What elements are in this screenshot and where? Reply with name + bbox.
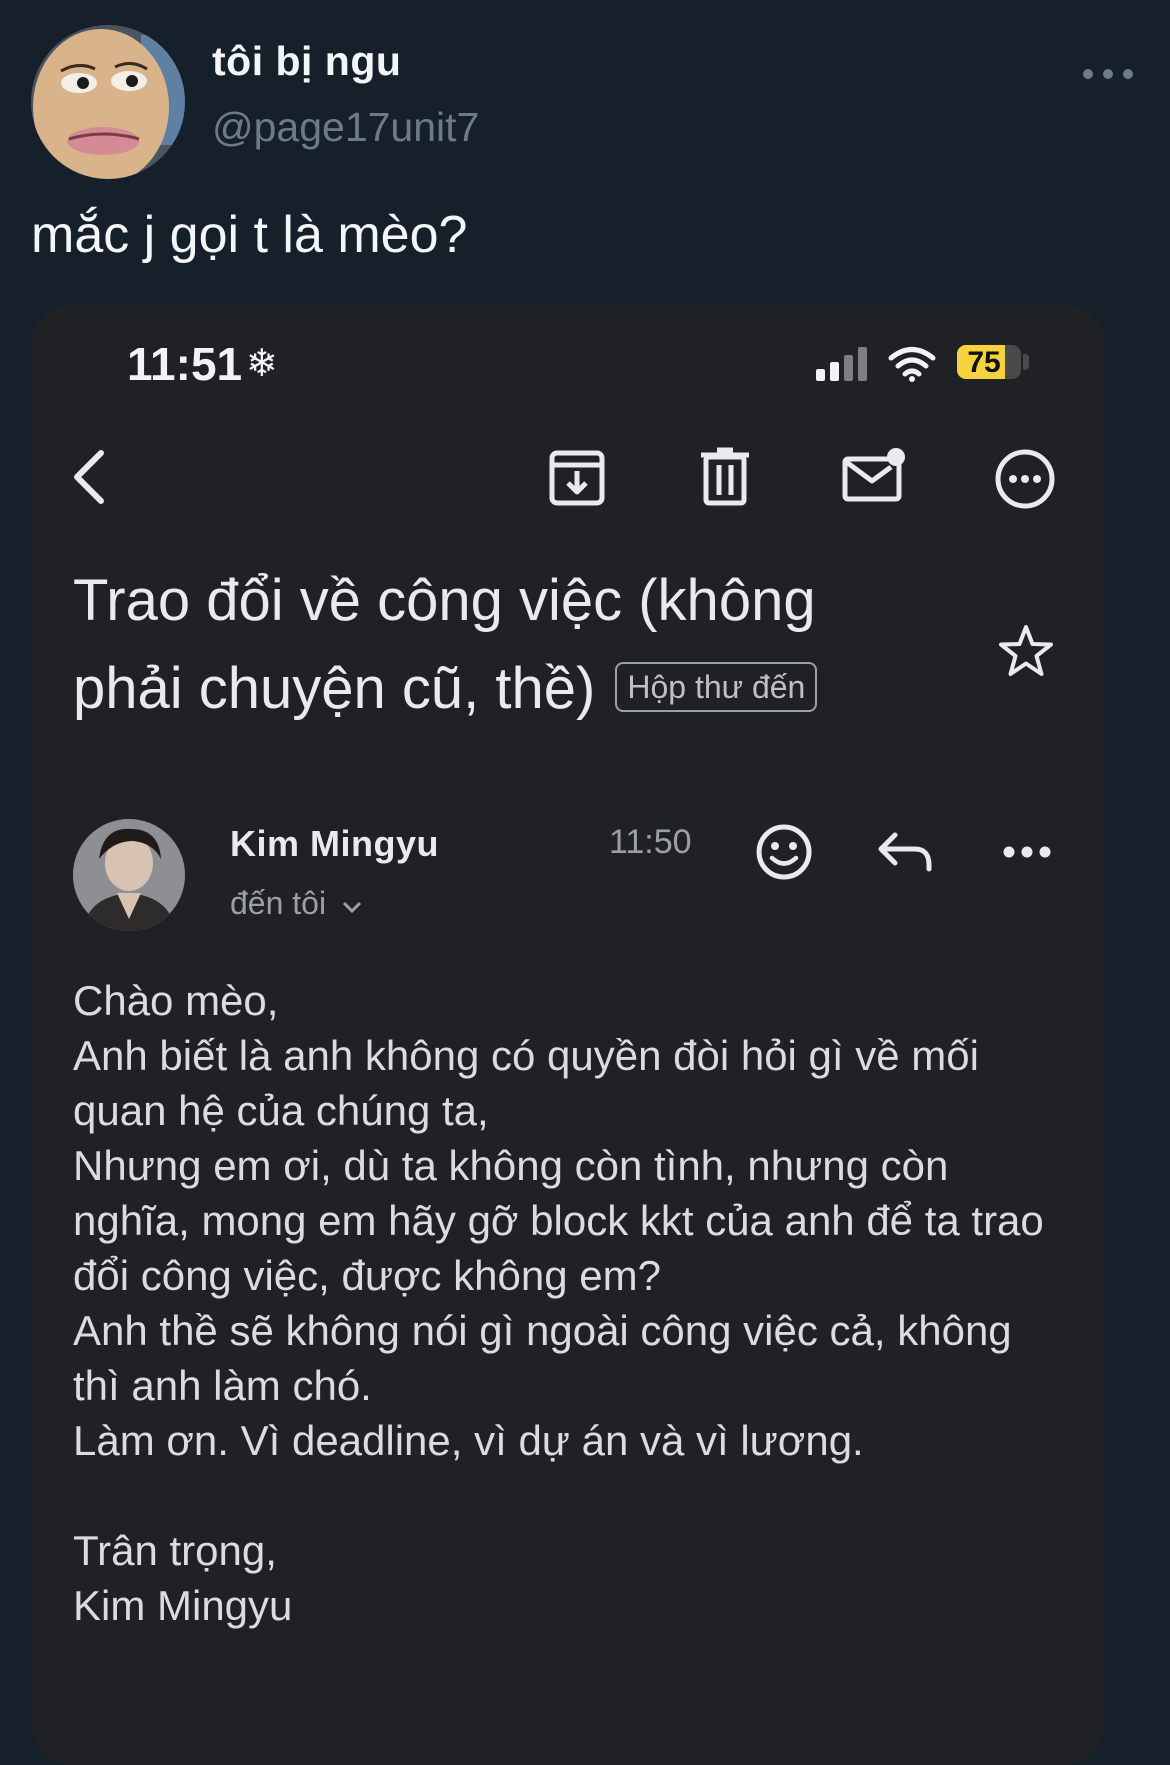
email-body: Chào mèo, Anh biết là anh không có quyền… xyxy=(73,973,1053,1633)
tweet-text: mắc j gọi t là mèo? xyxy=(31,206,468,264)
chevron-down-icon xyxy=(342,901,362,914)
mark-unread-icon[interactable] xyxy=(841,447,907,507)
signal-icon xyxy=(816,347,867,381)
status-time: 11:51 xyxy=(127,338,243,390)
body-line: Làm ơn. Vì deadline, vì dự án và vì lươn… xyxy=(73,1417,864,1464)
more-options-icon[interactable] xyxy=(1083,60,1133,88)
archive-icon[interactable] xyxy=(548,447,606,507)
trash-icon[interactable] xyxy=(699,447,751,507)
body-line: Anh biết là anh không có quyền đòi hỏi g… xyxy=(73,1032,979,1134)
snowflake-icon: ❄ xyxy=(246,343,278,385)
body-line: Nhưng em ơi, dù ta không còn tình, nhưng… xyxy=(73,1142,1044,1299)
inbox-label-badge[interactable]: Hộp thư đến xyxy=(615,661,818,712)
battery-level: 75 xyxy=(967,346,1001,379)
star-icon[interactable] xyxy=(997,623,1055,679)
signature: Kim Mingyu xyxy=(73,1582,293,1629)
body-line: Chào mèo, xyxy=(73,977,279,1024)
reply-icon[interactable] xyxy=(877,823,933,881)
message-more-icon[interactable] xyxy=(1002,823,1052,881)
battery-tip xyxy=(1023,354,1029,370)
more-options-icon[interactable] xyxy=(993,447,1057,511)
sender-avatar[interactable] xyxy=(73,819,185,931)
signoff: Trân trọng, xyxy=(73,1527,277,1574)
battery-indicator: 75 xyxy=(957,345,1021,379)
email-subject: Trao đổi về công việc (không phải chuyện… xyxy=(73,557,873,733)
sender-name[interactable]: Kim Mingyu xyxy=(230,823,439,865)
user-avatar[interactable] xyxy=(31,25,185,179)
user-handle[interactable]: @page17unit7 xyxy=(212,104,479,151)
body-line: Anh thề sẽ không nói gì ngoài công việc … xyxy=(73,1307,1012,1409)
emoji-reaction-icon[interactable] xyxy=(755,823,813,881)
sent-time: 11:50 xyxy=(609,823,692,861)
back-icon[interactable] xyxy=(69,447,109,507)
recipient-details-toggle[interactable]: đến tôi xyxy=(230,885,363,922)
display-name[interactable]: tôi bị ngu xyxy=(212,38,401,85)
wifi-icon xyxy=(888,347,936,382)
embedded-email-screenshot[interactable]: 11:51 ❄ 75 Trao đổi về công việc (không … xyxy=(31,305,1105,1765)
recipient-text: đến tôi xyxy=(230,885,327,921)
